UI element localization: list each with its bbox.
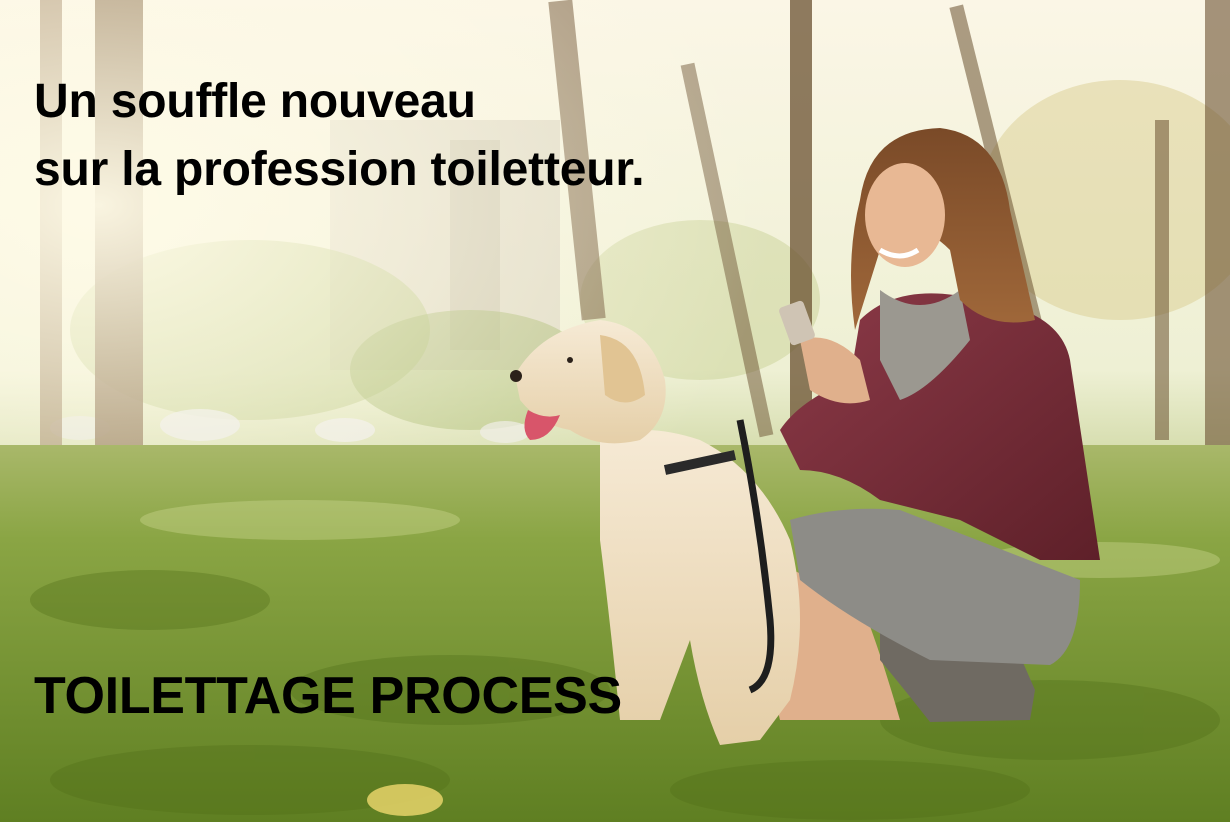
headline-line-1: Un souffle nouveau xyxy=(34,75,476,128)
hero-banner: Un souffle nouveau sur la profession toi… xyxy=(0,0,1230,822)
brand-name: TOILETTAGE PROCESS xyxy=(34,667,622,725)
headline-line-2: sur la profession toiletteur. xyxy=(34,143,645,196)
hero-headline: Un souffle nouveau sur la profession toi… xyxy=(34,68,645,204)
